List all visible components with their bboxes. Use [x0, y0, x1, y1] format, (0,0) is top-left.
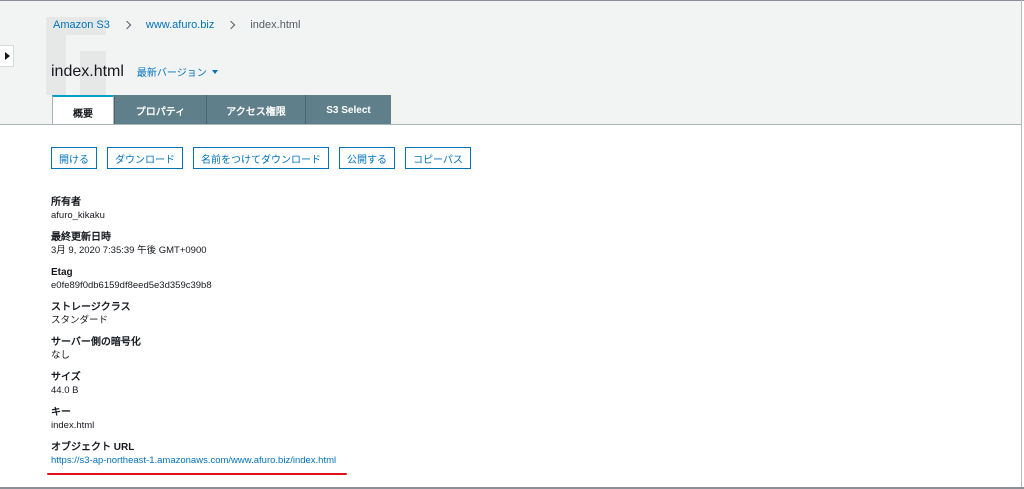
- property-size: サイズ 44.0 B: [51, 371, 751, 406]
- encryption-value: なし: [51, 350, 71, 361]
- property-last-modified: 最終更新日時 3月 9, 2020 7:35:39 午後 GMT+0900: [51, 231, 751, 266]
- etag-label: Etag: [51, 267, 73, 278]
- download-button[interactable]: ダウンロード: [107, 147, 183, 169]
- encryption-label: サーバー側の暗号化: [51, 337, 141, 348]
- object-url-label: オブジェクト URL: [51, 442, 135, 453]
- tab-overview[interactable]: 概要: [52, 95, 114, 124]
- make-public-button[interactable]: 公開する: [339, 147, 395, 169]
- last-modified-value: 3月 9, 2020 7:35:39 午後 GMT+0900: [51, 245, 207, 256]
- title-row: index.html 最新バージョン: [51, 63, 218, 81]
- chevron-right-icon: [227, 20, 236, 30]
- copy-path-button[interactable]: コピーパス: [405, 147, 471, 169]
- size-label: サイズ: [51, 372, 81, 383]
- last-modified-label: 最終更新日時: [51, 232, 111, 243]
- size-value: 44.0 B: [51, 385, 79, 396]
- property-key: キー index.html: [51, 406, 751, 441]
- page-title: index.html: [51, 63, 124, 80]
- owner-label: 所有者: [51, 197, 81, 208]
- tab-s3-select[interactable]: S3 Select: [305, 95, 391, 124]
- storage-class-value: スタンダード: [51, 315, 109, 326]
- key-label: キー: [51, 407, 71, 418]
- chevron-right-icon: [122, 20, 132, 30]
- owner-value: afuro_kikaku: [51, 210, 105, 221]
- etag-value: e0fe89f0db6159df8eed5e3d359c39b8: [51, 280, 212, 291]
- download-as-button[interactable]: 名前をつけてダウンロード: [193, 147, 329, 169]
- property-object-url: オブジェクト URL https://s3-ap-northeast-1.ama…: [51, 441, 751, 476]
- action-toolbar: 開ける ダウンロード 名前をつけてダウンロード 公開する コピーパス: [51, 147, 481, 169]
- version-dropdown[interactable]: 最新バージョン: [137, 64, 218, 79]
- breadcrumb-current-object: index.html: [250, 19, 301, 31]
- sidebar-toggle-button[interactable]: [0, 45, 14, 67]
- tab-bar: 概要 プロパティ アクセス権限 S3 Select: [52, 95, 391, 124]
- tab-properties[interactable]: プロパティ: [114, 95, 206, 124]
- caret-right-icon: [5, 52, 10, 60]
- property-storage-class: ストレージクラス スタンダード: [51, 301, 751, 336]
- window-right-border: [1021, 0, 1022, 489]
- version-dropdown-label: 最新バージョン: [136, 68, 207, 79]
- breadcrumb-amazon-s3[interactable]: Amazon S3: [53, 19, 110, 31]
- property-encryption: サーバー側の暗号化 なし: [51, 336, 751, 371]
- property-owner: 所有者 afuro_kikaku: [51, 196, 751, 231]
- object-url-link[interactable]: https://s3-ap-northeast-1.amazonaws.com/…: [51, 454, 751, 467]
- red-underline-annotation: [47, 473, 347, 475]
- page-header: Amazon S3 www.afuro.biz index.html index…: [0, 1, 1021, 125]
- property-etag: Etag e0fe89f0db6159df8eed5e3d359c39b8: [51, 266, 751, 301]
- open-button[interactable]: 開ける: [51, 147, 97, 169]
- tab-permissions[interactable]: アクセス権限: [206, 95, 305, 124]
- breadcrumb-bucket[interactable]: www.afuro.biz: [146, 19, 214, 31]
- object-properties: 所有者 afuro_kikaku 最終更新日時 3月 9, 2020 7:35:…: [51, 196, 751, 476]
- caret-down-icon: [211, 69, 218, 74]
- breadcrumb: Amazon S3 www.afuro.biz index.html: [53, 18, 301, 32]
- storage-class-label: ストレージクラス: [51, 302, 131, 313]
- key-value: index.html: [51, 420, 95, 431]
